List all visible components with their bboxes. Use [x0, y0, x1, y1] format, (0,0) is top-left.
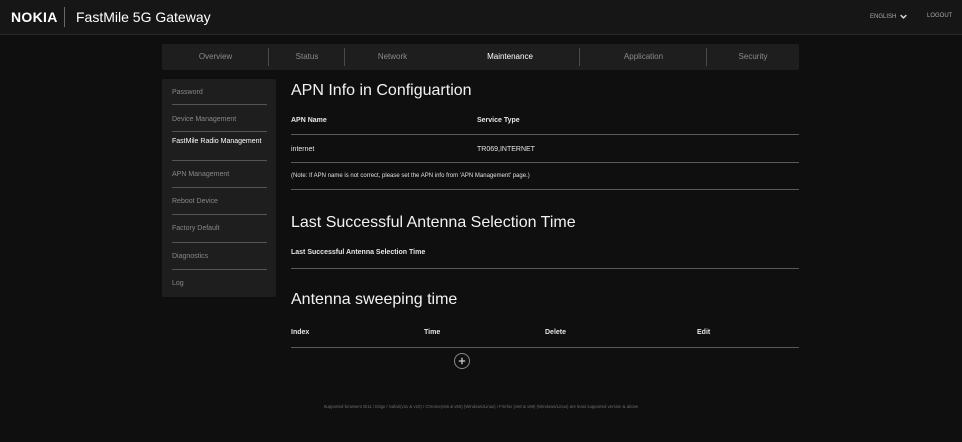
apn-name-header: APN Name [291, 117, 327, 124]
sidebar-item-password[interactable]: Password [172, 89, 267, 96]
supported-browsers-footer: Supported browsers IE11 / Edge / Safari(… [323, 404, 639, 409]
add-sweeping-time-button[interactable] [454, 353, 470, 369]
tab-label: Overview [198, 52, 233, 61]
plus-icon [458, 357, 466, 365]
antenna-selection-title: Last Successful Antenna Selection Time [291, 214, 576, 231]
time-header: Time [424, 329, 441, 336]
sidebar-item-fastmile-radio-management[interactable]: FastMile Radio Management [172, 137, 267, 146]
language-label: ENGLISH [870, 13, 897, 20]
brand-divider [64, 7, 65, 27]
antenna-sweeping-title: Antenna sweeping time [291, 291, 458, 308]
table-divider [291, 189, 799, 190]
edit-header: Edit [697, 329, 711, 336]
apn-note: (Note: If APN name is not correct, pleas… [291, 173, 530, 179]
sidebar-divider [172, 269, 267, 270]
apn-name-cell: internet [291, 146, 315, 153]
apn-section-title: APN Info in Configuartion [291, 82, 472, 99]
sidebar-item-apn-management[interactable]: APN Management [172, 171, 267, 178]
delete-header: Delete [545, 329, 567, 336]
sidebar-divider [172, 160, 267, 161]
sidebar-divider [172, 242, 267, 243]
tab-network[interactable]: Network [345, 44, 440, 70]
tab-security[interactable]: Security [707, 44, 799, 70]
sidebar-item-log[interactable]: Log [172, 280, 267, 287]
table-divider [291, 268, 799, 269]
sidebar-divider [172, 214, 267, 215]
table-divider [291, 134, 799, 135]
tab-maintenance[interactable]: Maintenance [440, 44, 580, 70]
service-type-header: Service Type [477, 117, 520, 124]
sidebar-divider [172, 131, 267, 132]
tab-label: Maintenance [487, 52, 533, 61]
sidebar-item-diagnostics[interactable]: Diagnostics [172, 253, 267, 260]
main-tab-bar: Overview Status Network Maintenance Appl… [162, 44, 799, 70]
sidebar-item-reboot-device[interactable]: Reboot Device [172, 198, 267, 205]
maintenance-sidebar: Password Device Management FastMile Radi… [162, 79, 276, 297]
sidebar-item-device-management[interactable]: Device Management [172, 116, 267, 123]
sidebar-item-factory-default[interactable]: Factory Default [172, 225, 267, 232]
nokia-logo: NOKIA [11, 9, 58, 25]
tab-label: Security [738, 52, 768, 61]
tab-label: Status [295, 52, 319, 61]
table-divider [291, 162, 799, 163]
top-bar: NOKIA FastMile 5G Gateway ENGLISH LOGOUT [0, 0, 962, 35]
product-title: FastMile 5G Gateway [76, 9, 211, 25]
sidebar-divider [172, 104, 267, 105]
index-header: Index [291, 329, 310, 336]
tab-label: Network [377, 52, 408, 61]
sidebar-divider [172, 187, 267, 188]
service-type-cell: TR069,INTERNET [477, 146, 535, 153]
tab-label: Application [623, 52, 664, 61]
chevron-down-icon [900, 14, 908, 19]
table-divider [291, 347, 799, 348]
tab-status[interactable]: Status [269, 44, 345, 70]
antenna-selection-label: Last Successful Antenna Selection Time [291, 249, 426, 256]
tab-overview[interactable]: Overview [162, 44, 269, 70]
language-selector[interactable]: ENGLISH [870, 13, 908, 20]
logout-link[interactable]: LOGOUT [927, 13, 952, 19]
tab-application[interactable]: Application [580, 44, 707, 70]
